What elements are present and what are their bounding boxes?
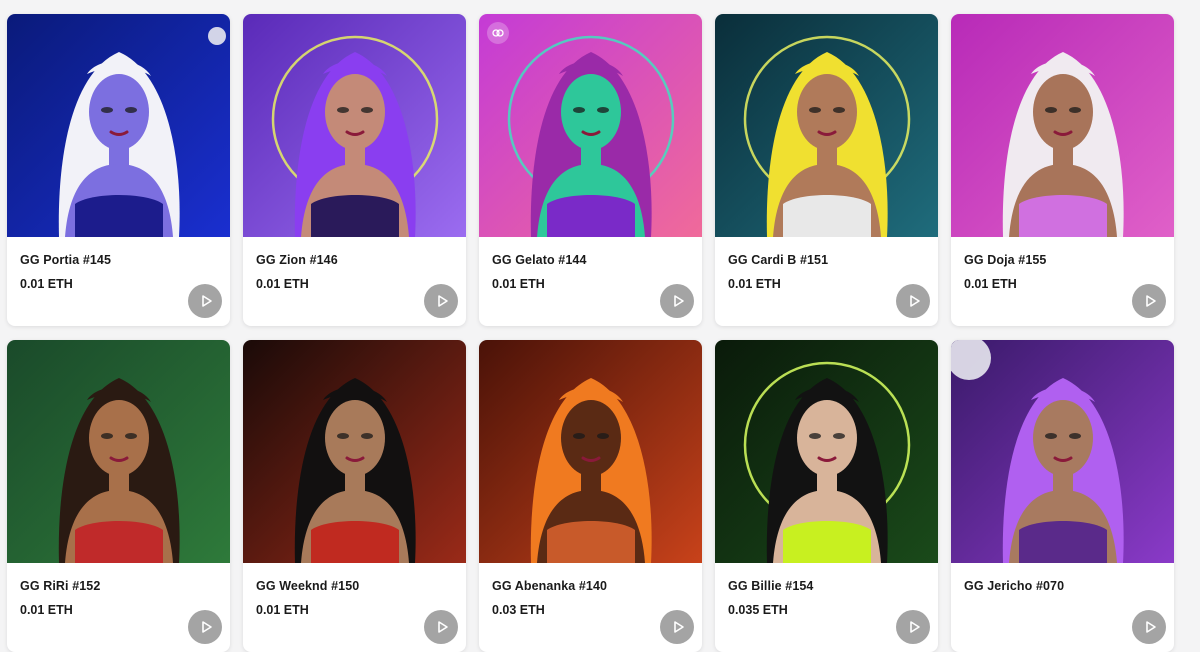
nft-name: GG Gelato #144	[492, 253, 587, 267]
nft-name: GG Weeknd #150	[256, 579, 360, 593]
nft-artwork[interactable]	[479, 340, 702, 563]
nft-card-cardi-b[interactable]: GG Cardi B #151 0.01 ETH	[715, 14, 938, 326]
nft-price: 0.01 ETH	[728, 277, 781, 291]
nft-artwork[interactable]	[715, 14, 938, 237]
nft-name: GG Billie #154	[728, 579, 814, 593]
nft-price: 0.035 ETH	[728, 603, 788, 617]
nft-price: 0.01 ETH	[256, 277, 309, 291]
nft-card-gelato[interactable]: GG Gelato #144 0.01 ETH	[479, 14, 702, 326]
nft-price: 0.01 ETH	[256, 603, 309, 617]
nft-artwork[interactable]	[951, 14, 1174, 237]
nft-card-billie[interactable]: GG Billie #154 0.035 ETH	[715, 340, 938, 652]
nft-card-portia[interactable]: GG Portia #145 0.01 ETH	[7, 14, 230, 326]
nft-name: GG Doja #155	[964, 253, 1047, 267]
play-icon	[202, 295, 212, 307]
play-button[interactable]	[424, 610, 458, 644]
nft-artwork[interactable]	[243, 14, 466, 237]
nft-price: 0.01 ETH	[492, 277, 545, 291]
play-button[interactable]	[896, 284, 930, 318]
play-icon	[438, 295, 448, 307]
play-icon	[202, 621, 212, 633]
play-icon	[910, 621, 920, 633]
nft-card-jericho[interactable]: GG Jericho #070	[951, 340, 1174, 652]
play-icon	[438, 621, 448, 633]
nft-name: GG Jericho #070	[964, 579, 1065, 593]
nft-card-zion[interactable]: GG Zion #146 0.01 ETH	[243, 14, 466, 326]
nft-artwork[interactable]	[7, 340, 230, 563]
play-button[interactable]	[896, 610, 930, 644]
nft-artwork[interactable]	[715, 340, 938, 563]
nft-price: 0.01 ETH	[20, 277, 73, 291]
nft-artwork[interactable]	[243, 340, 466, 563]
play-button[interactable]	[660, 284, 694, 318]
play-icon	[1146, 621, 1156, 633]
nft-name: GG Portia #145	[20, 253, 112, 267]
nft-card-abenanka[interactable]: GG Abenanka #140 0.03 ETH	[479, 340, 702, 652]
play-icon	[674, 295, 684, 307]
nft-name: GG RiRi #152	[20, 579, 101, 593]
nft-card-weeknd[interactable]: GG Weeknd #150 0.01 ETH	[243, 340, 466, 652]
play-icon	[910, 295, 920, 307]
play-button[interactable]	[188, 610, 222, 644]
nft-artwork[interactable]	[479, 14, 702, 237]
play-button[interactable]	[1132, 284, 1166, 318]
play-button[interactable]	[424, 284, 458, 318]
nft-name: GG Abenanka #140	[492, 579, 608, 593]
nft-price: 0.01 ETH	[20, 603, 73, 617]
play-button[interactable]	[188, 284, 222, 318]
nft-grid: GG Portia #145 0.01 ETH GG Zion #146 0.0…	[0, 0, 1200, 652]
nft-price: 0.01 ETH	[964, 277, 1017, 291]
nft-artwork[interactable]	[951, 340, 1174, 563]
nft-card-riri[interactable]: GG RiRi #152 0.01 ETH	[7, 340, 230, 652]
nft-name: GG Cardi B #151	[728, 253, 829, 267]
nft-name: GG Zion #146	[256, 253, 338, 267]
play-button[interactable]	[1132, 610, 1166, 644]
play-icon	[674, 621, 684, 633]
play-button[interactable]	[660, 610, 694, 644]
link-icon	[487, 22, 509, 44]
nft-card-doja[interactable]: GG Doja #155 0.01 ETH	[951, 14, 1174, 326]
nft-artwork[interactable]	[7, 14, 230, 237]
play-icon	[1146, 295, 1156, 307]
nft-price: 0.03 ETH	[492, 603, 545, 617]
